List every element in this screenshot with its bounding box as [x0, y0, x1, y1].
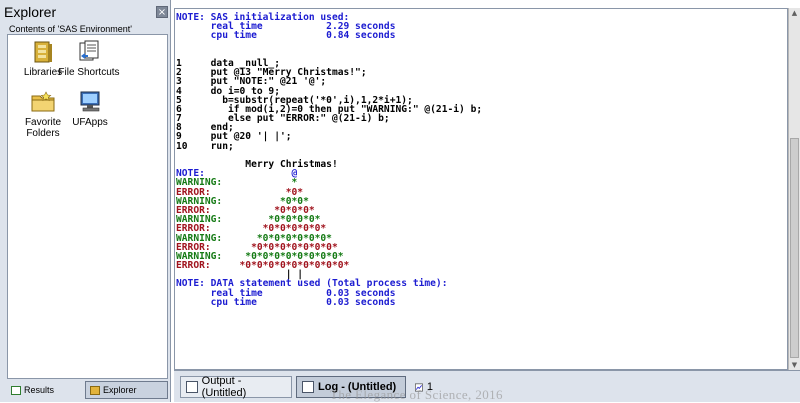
explorer-item-file-shortcuts[interactable]: File Shortcuts	[54, 39, 124, 78]
explorer-content: Libraries File Shortcuts Favorite Folder…	[7, 34, 168, 379]
tab-label: Results	[24, 385, 55, 395]
explorer-item-label: UFApps	[72, 117, 108, 128]
log-line: cpu time 0.84 seconds	[176, 30, 396, 42]
log-vertical-scrollbar[interactable]: ▲ ▼	[788, 8, 800, 370]
explorer-title: Explorer	[4, 4, 57, 20]
explorer-subtitle: Contents of 'SAS Environment'	[9, 24, 132, 34]
scroll-down-arrow-icon[interactable]: ▼	[789, 360, 800, 370]
favorite-folders-icon	[31, 91, 55, 112]
file-shortcuts-icon	[79, 40, 99, 61]
explorer-item-label: File Shortcuts	[58, 67, 120, 78]
tab-explorer[interactable]: Explorer	[85, 381, 168, 399]
tab-label: Explorer	[103, 385, 137, 395]
explorer-icon	[90, 385, 100, 395]
scroll-up-arrow-icon[interactable]: ▲	[789, 8, 800, 18]
tab-label: Output - (Untitled)	[201, 375, 247, 399]
log-line: 10 run;	[176, 140, 234, 152]
log-line: cpu time 0.03 seconds	[176, 296, 396, 308]
results-icon	[11, 385, 21, 395]
tab-results[interactable]: Results	[7, 381, 83, 399]
output-window-icon	[186, 381, 198, 393]
tab-output[interactable]: Output - (Untitled)	[180, 375, 292, 399]
log-content: NOTE: SAS initialization used: real time…	[176, 13, 482, 308]
log-window[interactable]: NOTE: SAS initialization used: real time…	[174, 8, 788, 370]
explorer-item-ufapps[interactable]: UFApps	[55, 89, 125, 128]
close-icon[interactable]: ×	[156, 6, 168, 18]
ufapps-icon	[80, 91, 100, 112]
watermark: The Elegance of Science, 2016	[330, 387, 503, 402]
explorer-panel: Explorer × Contents of 'SAS Environment'…	[0, 0, 171, 402]
log-window-icon	[302, 381, 314, 393]
libraries-icon	[34, 41, 52, 63]
explorer-tab-bar: Results Explorer	[7, 381, 168, 399]
scrollbar-thumb[interactable]	[790, 138, 799, 358]
